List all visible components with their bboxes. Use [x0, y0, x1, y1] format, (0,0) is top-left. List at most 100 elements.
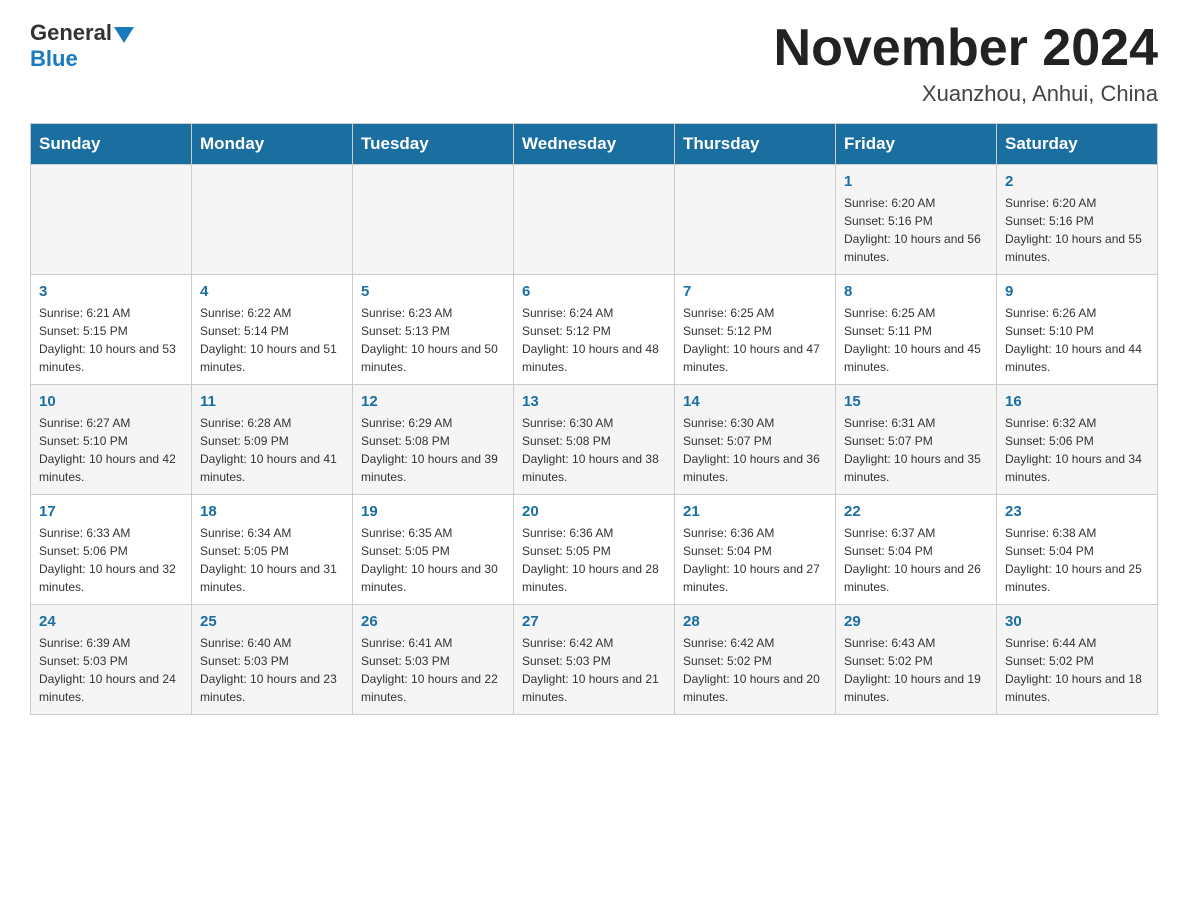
calendar-cell: 17 Sunrise: 6:33 AM Sunset: 5:06 PM Dayli…: [31, 495, 192, 605]
weekday-header: Sunday: [31, 124, 192, 165]
day-number: 9: [1005, 283, 1149, 300]
day-number: 29: [844, 613, 988, 630]
calendar-week-row: 10 Sunrise: 6:27 AM Sunset: 5:10 PM Dayli…: [31, 385, 1158, 495]
weekday-header: Thursday: [675, 124, 836, 165]
calendar-week-row: 3 Sunrise: 6:21 AM Sunset: 5:15 PM Daylig…: [31, 275, 1158, 385]
calendar-cell: 15 Sunrise: 6:31 AM Sunset: 5:07 PM Dayli…: [836, 385, 997, 495]
calendar-cell: 16 Sunrise: 6:32 AM Sunset: 5:06 PM Dayli…: [997, 385, 1158, 495]
day-number: 27: [522, 613, 666, 630]
day-info: Sunrise: 6:44 AM Sunset: 5:02 PM Dayligh…: [1005, 634, 1149, 706]
page-header: General Blue November 2024 Xuanzhou, Anh…: [30, 20, 1158, 107]
calendar-cell: 3 Sunrise: 6:21 AM Sunset: 5:15 PM Daylig…: [31, 275, 192, 385]
day-info: Sunrise: 6:30 AM Sunset: 5:08 PM Dayligh…: [522, 414, 666, 486]
day-number: 7: [683, 283, 827, 300]
day-info: Sunrise: 6:26 AM Sunset: 5:10 PM Dayligh…: [1005, 304, 1149, 376]
calendar-cell: 7 Sunrise: 6:25 AM Sunset: 5:12 PM Daylig…: [675, 275, 836, 385]
day-number: 15: [844, 393, 988, 410]
day-number: 12: [361, 393, 505, 410]
calendar-cell: 10 Sunrise: 6:27 AM Sunset: 5:10 PM Dayli…: [31, 385, 192, 495]
calendar-cell: 25 Sunrise: 6:40 AM Sunset: 5:03 PM Dayli…: [192, 605, 353, 715]
weekday-header: Tuesday: [353, 124, 514, 165]
day-number: 14: [683, 393, 827, 410]
day-info: Sunrise: 6:21 AM Sunset: 5:15 PM Dayligh…: [39, 304, 183, 376]
calendar-week-row: 17 Sunrise: 6:33 AM Sunset: 5:06 PM Dayli…: [31, 495, 1158, 605]
calendar-cell: 30 Sunrise: 6:44 AM Sunset: 5:02 PM Dayli…: [997, 605, 1158, 715]
calendar-table: SundayMondayTuesdayWednesdayThursdayFrid…: [30, 123, 1158, 715]
day-number: 17: [39, 503, 183, 520]
calendar-cell: 21 Sunrise: 6:36 AM Sunset: 5:04 PM Dayli…: [675, 495, 836, 605]
day-number: 19: [361, 503, 505, 520]
weekday-header: Saturday: [997, 124, 1158, 165]
day-info: Sunrise: 6:24 AM Sunset: 5:12 PM Dayligh…: [522, 304, 666, 376]
calendar-cell: 12 Sunrise: 6:29 AM Sunset: 5:08 PM Dayli…: [353, 385, 514, 495]
calendar-cell: 8 Sunrise: 6:25 AM Sunset: 5:11 PM Daylig…: [836, 275, 997, 385]
calendar-cell: 1 Sunrise: 6:20 AM Sunset: 5:16 PM Daylig…: [836, 165, 997, 275]
day-info: Sunrise: 6:31 AM Sunset: 5:07 PM Dayligh…: [844, 414, 988, 486]
day-number: 30: [1005, 613, 1149, 630]
calendar-cell: 23Sunrise: 6:38 AM Sunset: 5:04 PM Dayli…: [997, 495, 1158, 605]
day-number: 8: [844, 283, 988, 300]
day-info: Sunrise: 6:37 AM Sunset: 5:04 PM Dayligh…: [844, 524, 988, 596]
day-info: Sunrise: 6:41 AM Sunset: 5:03 PM Dayligh…: [361, 634, 505, 706]
day-number: 2: [1005, 173, 1149, 190]
calendar-cell: 29 Sunrise: 6:43 AM Sunset: 5:02 PM Dayli…: [836, 605, 997, 715]
day-info: Sunrise: 6:42 AM Sunset: 5:02 PM Dayligh…: [683, 634, 827, 706]
day-number: 28: [683, 613, 827, 630]
calendar-cell: 4Sunrise: 6:22 AM Sunset: 5:14 PM Daylig…: [192, 275, 353, 385]
calendar-cell: [192, 165, 353, 275]
calendar-cell: 18Sunrise: 6:34 AM Sunset: 5:05 PM Dayli…: [192, 495, 353, 605]
calendar-cell: 22 Sunrise: 6:37 AM Sunset: 5:04 PM Dayli…: [836, 495, 997, 605]
calendar-cell: 5Sunrise: 6:23 AM Sunset: 5:13 PM Daylig…: [353, 275, 514, 385]
calendar-cell: [675, 165, 836, 275]
calendar-cell: [31, 165, 192, 275]
calendar-cell: 13Sunrise: 6:30 AM Sunset: 5:08 PM Dayli…: [514, 385, 675, 495]
day-info: Sunrise: 6:27 AM Sunset: 5:10 PM Dayligh…: [39, 414, 183, 486]
calendar-cell: 11 Sunrise: 6:28 AM Sunset: 5:09 PM Dayli…: [192, 385, 353, 495]
day-info: Sunrise: 6:30 AM Sunset: 5:07 PM Dayligh…: [683, 414, 827, 486]
logo: General Blue: [30, 20, 136, 72]
day-info: Sunrise: 6:20 AM Sunset: 5:16 PM Dayligh…: [844, 194, 988, 266]
logo-blue-text: Blue: [30, 46, 78, 71]
day-number: 25: [200, 613, 344, 630]
day-info: Sunrise: 6:23 AM Sunset: 5:13 PM Dayligh…: [361, 304, 505, 376]
weekday-header: Wednesday: [514, 124, 675, 165]
day-number: 22: [844, 503, 988, 520]
day-number: 18: [200, 503, 344, 520]
day-info: Sunrise: 6:39 AM Sunset: 5:03 PM Dayligh…: [39, 634, 183, 706]
logo-general-text: General: [30, 20, 112, 46]
calendar-cell: 14 Sunrise: 6:30 AM Sunset: 5:07 PM Dayli…: [675, 385, 836, 495]
logo-triangle-icon: [114, 27, 134, 43]
day-info: Sunrise: 6:40 AM Sunset: 5:03 PM Dayligh…: [200, 634, 344, 706]
day-number: 11: [200, 393, 344, 410]
day-info: Sunrise: 6:28 AM Sunset: 5:09 PM Dayligh…: [200, 414, 344, 486]
day-info: Sunrise: 6:32 AM Sunset: 5:06 PM Dayligh…: [1005, 414, 1149, 486]
day-number: 10: [39, 393, 183, 410]
calendar-week-row: 1 Sunrise: 6:20 AM Sunset: 5:16 PM Daylig…: [31, 165, 1158, 275]
day-info: Sunrise: 6:25 AM Sunset: 5:12 PM Dayligh…: [683, 304, 827, 376]
weekday-header: Friday: [836, 124, 997, 165]
day-info: Sunrise: 6:35 AM Sunset: 5:05 PM Dayligh…: [361, 524, 505, 596]
calendar-cell: [353, 165, 514, 275]
calendar-cell: 20Sunrise: 6:36 AM Sunset: 5:05 PM Dayli…: [514, 495, 675, 605]
day-info: Sunrise: 6:29 AM Sunset: 5:08 PM Dayligh…: [361, 414, 505, 486]
calendar-cell: [514, 165, 675, 275]
day-number: 3: [39, 283, 183, 300]
day-number: 21: [683, 503, 827, 520]
calendar-cell: 24 Sunrise: 6:39 AM Sunset: 5:03 PM Dayli…: [31, 605, 192, 715]
calendar-cell: 28 Sunrise: 6:42 AM Sunset: 5:02 PM Dayli…: [675, 605, 836, 715]
calendar-cell: 9 Sunrise: 6:26 AM Sunset: 5:10 PM Daylig…: [997, 275, 1158, 385]
day-number: 16: [1005, 393, 1149, 410]
day-info: Sunrise: 6:36 AM Sunset: 5:04 PM Dayligh…: [683, 524, 827, 596]
day-info: Sunrise: 6:33 AM Sunset: 5:06 PM Dayligh…: [39, 524, 183, 596]
day-number: 1: [844, 173, 988, 190]
calendar-title: November 2024: [774, 20, 1158, 77]
day-info: Sunrise: 6:36 AM Sunset: 5:05 PM Dayligh…: [522, 524, 666, 596]
day-info: Sunrise: 6:43 AM Sunset: 5:02 PM Dayligh…: [844, 634, 988, 706]
day-info: Sunrise: 6:25 AM Sunset: 5:11 PM Dayligh…: [844, 304, 988, 376]
weekday-header: Monday: [192, 124, 353, 165]
calendar-header-row: SundayMondayTuesdayWednesdayThursdayFrid…: [31, 124, 1158, 165]
calendar-cell: 19 Sunrise: 6:35 AM Sunset: 5:05 PM Dayli…: [353, 495, 514, 605]
day-number: 24: [39, 613, 183, 630]
day-number: 26: [361, 613, 505, 630]
day-number: 6: [522, 283, 666, 300]
